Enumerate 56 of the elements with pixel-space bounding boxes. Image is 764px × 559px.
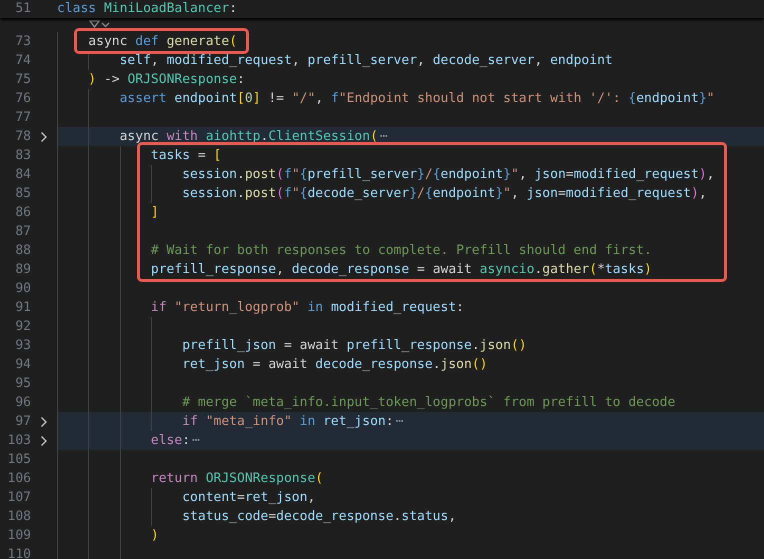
line-number: 90: [14, 280, 31, 298]
line-number: 92: [14, 318, 31, 336]
indent-guide: [88, 51, 90, 70]
code-line: ret_json = await decode_response.json(): [182, 356, 488, 374]
line-number: 84: [14, 166, 31, 184]
line-number: 89: [14, 261, 31, 279]
fold-chevron-icon[interactable]: [40, 434, 48, 446]
line-number: 85: [14, 185, 31, 203]
line-number: 97: [14, 413, 31, 431]
line-number: 83: [14, 147, 31, 165]
line-number: 94: [14, 356, 31, 374]
line-number: 77: [14, 109, 31, 127]
line-number: 78: [14, 128, 31, 146]
fold-chevron-icon[interactable]: [40, 130, 48, 142]
line-number: 103: [6, 432, 31, 450]
code-line: prefill_response, decode_response = await asyncio.gather(*tasks): [150, 261, 652, 279]
code-line: ]: [150, 204, 159, 222]
code-line: content=ret_json,: [182, 489, 316, 507]
line-number: 87: [14, 223, 31, 241]
funnel-dropdown-icon[interactable]: [89, 20, 111, 30]
code-line: session.post(f"{decode_server}/{endpoint}", json=modified_request),: [182, 185, 707, 203]
line-number: 108: [6, 508, 31, 526]
code-line: else:⋯: [150, 432, 201, 450]
code-line: # Wait for both responses to complete. Prefill should end first.: [150, 242, 652, 260]
line-number: 74: [14, 52, 31, 70]
code-line: assert endpoint[0] != "/", f"Endpoint should not start with '/': {endpoint}": [120, 90, 714, 108]
code-line: prefill_json = await prefill_response.json(): [182, 337, 527, 355]
code-line: if "return_logprob" in modified_request:: [150, 299, 464, 317]
code-line: # merge `meta_info.input_token_logprobs` from prefill to decode: [182, 394, 676, 412]
code-line: tasks = [: [150, 147, 222, 165]
line-number: 95: [14, 375, 31, 393]
code-line: ) -> ORJSONResponse:: [88, 71, 245, 89]
line-number: 86: [14, 204, 31, 222]
code-line: status_code=decode_response.status,: [182, 508, 456, 526]
line-number: 107: [6, 489, 31, 507]
line-number: 75: [14, 71, 31, 89]
line-number: 91: [14, 299, 31, 317]
line-number: 106: [6, 470, 31, 488]
line-number: 110: [6, 546, 31, 559]
line-number: 76: [14, 90, 31, 108]
code-line: return ORJSONResponse(: [150, 470, 324, 488]
line-number: 51: [14, 0, 31, 18]
line-number: 93: [14, 337, 31, 355]
line-number: 88: [14, 242, 31, 260]
line-number: 109: [6, 527, 31, 545]
fold-chevron-icon[interactable]: [40, 416, 48, 428]
code-line: async with aiohttp.ClientSession(⋯: [120, 128, 389, 146]
code-line: if "meta_info" in ret_json:⋯: [182, 413, 404, 431]
code-line: async def generate(: [88, 33, 238, 51]
code-line: self, modified_request, prefill_server, decode_server, endpoint: [120, 52, 613, 70]
line-number: 73: [14, 33, 31, 51]
line-number: 96: [14, 394, 31, 412]
code-line: session.post(f"{prefill_server}/{endpoint}", json=modified_request),: [182, 166, 714, 184]
code-line: ): [150, 527, 159, 545]
line-number: 105: [6, 451, 31, 469]
code-line: class MiniLoadBalancer:: [57, 0, 238, 18]
